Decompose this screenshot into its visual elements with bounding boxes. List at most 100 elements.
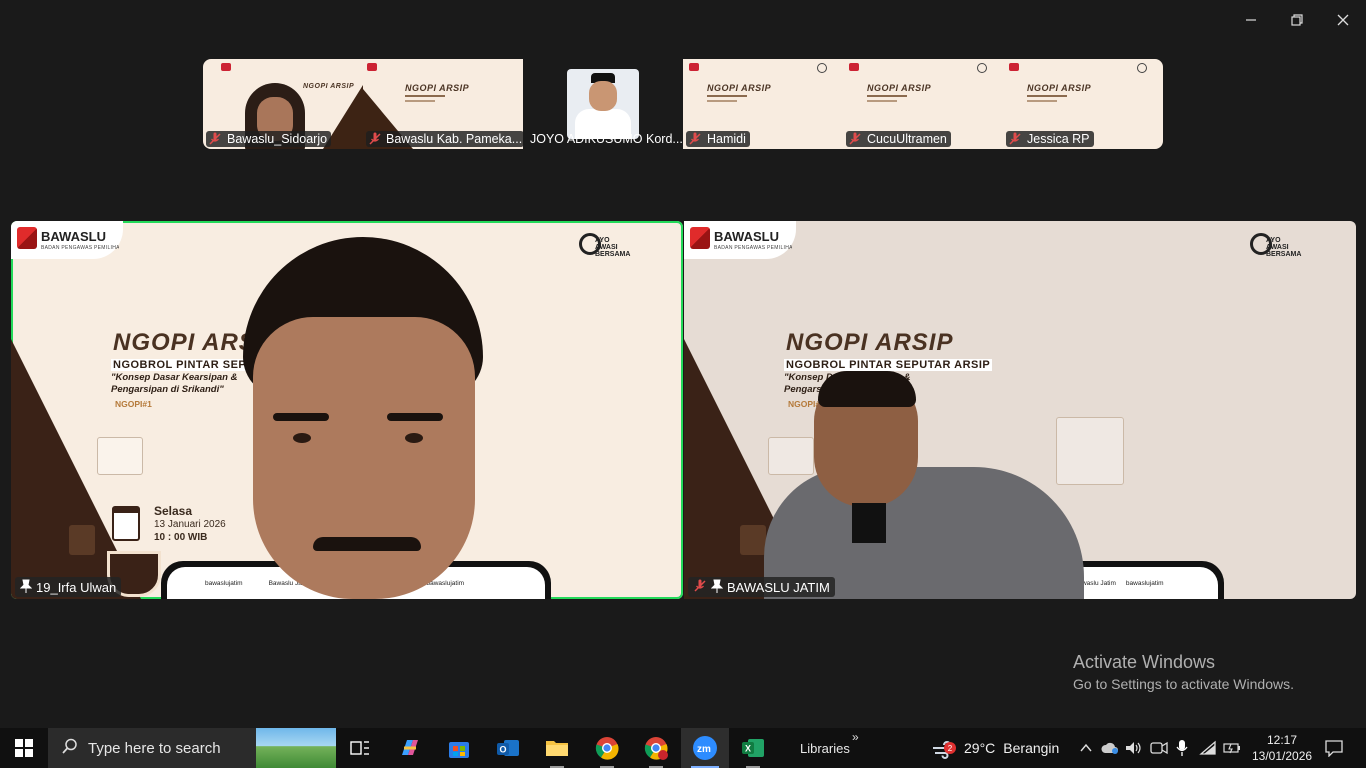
weather-badge: 2 <box>944 742 956 754</box>
zoom-button[interactable]: zm <box>681 728 729 768</box>
participant-name: JOYO ADIKUSUMO Kord... <box>530 132 683 146</box>
bawaslu-logo-icon <box>849 63 859 71</box>
participant-name: BAWASLU JATIM <box>727 579 830 595</box>
active-speaker-tile[interactable]: BAWASLU BADAN PENGAWAS PEMILIHAN UMUM PR… <box>11 221 683 599</box>
search-placeholder: Type here to search <box>88 739 221 757</box>
poster-line <box>707 100 737 102</box>
poster-line <box>1027 95 1067 97</box>
system-clock[interactable]: 12:17 13/01/2026 <box>1252 732 1312 764</box>
activate-title: Activate Windows <box>1073 652 1216 672</box>
gallery-tile[interactable]: NGOPI ARSIP CucuUltramen <box>843 59 1003 149</box>
participant-nametag: Hamidi <box>686 131 750 147</box>
muted-mic-icon <box>1008 132 1023 146</box>
task-view-button[interactable] <box>336 728 384 768</box>
participant-name: Bawaslu Kab. Pameka... <box>386 132 523 146</box>
weather-description: Berangin <box>1003 740 1060 756</box>
taskbar-search[interactable]: Type here to search <box>48 728 336 768</box>
participant-name: Jessica RP <box>1027 132 1090 146</box>
folder-illustration <box>97 437 143 475</box>
close-button[interactable] <box>1330 8 1356 32</box>
svg-text:O: O <box>500 745 507 755</box>
gallery-tile[interactable]: NGOPI ARSIP Bawaslu Kab. Pameka... <box>363 59 523 149</box>
poster-time: 10 : 00 WIB <box>154 532 208 543</box>
gallery-tile[interactable]: NGOPI ARSIP Bawaslu_Sidoarjo <box>203 59 363 149</box>
file-explorer-button[interactable] <box>533 728 581 768</box>
notification-center-button[interactable] <box>1322 728 1346 768</box>
participant-nametag: JOYO ADIKUSUMO Kord... <box>527 131 683 147</box>
gallery-tile[interactable]: NGOPI ARSIP Hamidi <box>683 59 843 149</box>
search-icon <box>62 738 78 758</box>
start-button[interactable] <box>0 728 48 768</box>
participant-name: Bawaslu_Sidoarjo <box>227 132 328 146</box>
ayo-awasi-logo: AYO AWASI BERSAMA <box>1248 231 1301 267</box>
restore-icon <box>1291 14 1303 26</box>
coffee-grinder-illustration <box>740 525 766 555</box>
microphone-icon <box>1176 740 1188 756</box>
minimize-button[interactable] <box>1238 8 1264 32</box>
poster-title: NGOPI ARSIP <box>707 83 772 93</box>
pin-icon <box>710 579 724 596</box>
weather-widget[interactable]: 2 29°C Berangin <box>930 728 1059 768</box>
gallery-tile[interactable]: JOYO ADIKUSUMO Kord... <box>523 59 683 149</box>
onedrive-cloud-icon <box>1101 742 1118 754</box>
participant-nametag: Bawaslu Kab. Pameka... <box>366 131 523 147</box>
chrome-profile-button[interactable] <box>632 728 680 768</box>
ayo-awasi-text: AYO AWASI BERSAMA <box>595 237 631 258</box>
notification-icon <box>1325 740 1343 757</box>
microphone-button[interactable] <box>1170 728 1194 768</box>
participant-name: 19_Irfa Ulwan <box>36 579 117 595</box>
show-hidden-icons-button[interactable] <box>1074 728 1098 768</box>
bawaslu-logo-icon <box>221 63 231 71</box>
muted-mic-icon <box>688 132 703 146</box>
chevron-up-icon <box>1080 743 1092 752</box>
battery-plug-icon <box>1223 743 1240 754</box>
weather-wind-icon: 2 <box>930 736 956 760</box>
chrome-button[interactable] <box>583 728 631 768</box>
pin-icon <box>19 579 33 596</box>
bawaslu-logo-subtext: BADAN PENGAWAS PEMILIHAN UMUM PROVINSI J… <box>41 245 119 251</box>
gallery-tile[interactable]: NGOPI ARSIP Jessica RP <box>1003 59 1163 149</box>
onedrive-button[interactable] <box>1098 728 1122 768</box>
participant-profile-photo <box>567 69 639 139</box>
network-button[interactable] <box>1196 728 1220 768</box>
toolbar-overflow-chevron[interactable]: » <box>852 730 859 744</box>
minimize-icon <box>1246 19 1256 21</box>
outlook-button[interactable]: O <box>484 728 532 768</box>
libraries-toolbar[interactable]: Libraries <box>800 728 850 768</box>
camera-icon <box>1150 741 1168 755</box>
weather-temperature: 29°C <box>964 740 996 756</box>
volume-button[interactable] <box>1122 728 1146 768</box>
copilot-button[interactable] <box>386 728 434 768</box>
bawaslu-logo-icon <box>689 63 699 71</box>
poster-line <box>867 100 897 102</box>
poster-line <box>867 95 907 97</box>
ayo-awasi-logo: AYO AWASI BERSAMA <box>577 231 630 267</box>
wifi-icon <box>1199 740 1216 755</box>
close-icon <box>1337 14 1349 26</box>
restore-button[interactable] <box>1284 8 1310 32</box>
windows-icon <box>15 739 33 757</box>
participant-video <box>233 237 495 599</box>
microsoft-store-button[interactable] <box>435 728 483 768</box>
muted-mic-icon <box>848 132 863 146</box>
libraries-label: Libraries <box>800 740 850 756</box>
chrome-profile-icon <box>644 737 668 760</box>
poster-line <box>1027 100 1057 102</box>
meet-now-button[interactable] <box>1147 728 1171 768</box>
participant-tile[interactable]: BAWASLU BADAN PENGAWAS PEMILIHAN UMUM PR… <box>684 221 1356 599</box>
excel-button[interactable]: X <box>729 728 777 768</box>
muted-mic-icon <box>208 132 223 146</box>
bawaslu-cube-icon <box>17 227 37 249</box>
folder-icon <box>546 741 568 756</box>
poster-date: 13 Januari 2026 <box>154 519 226 530</box>
bawaslu-logo: BAWASLU BADAN PENGAWAS PEMILIHAN UMUM PR… <box>684 221 796 259</box>
muted-mic-icon <box>368 132 382 146</box>
tiktok-handle: bawaslujatim <box>1125 579 1164 587</box>
bawaslu-logo-subtext: BADAN PENGAWAS PEMILIHAN UMUM PROVINSI J… <box>714 245 792 251</box>
bawaslu-logo-text: BAWASLU <box>714 229 779 244</box>
battery-button[interactable] <box>1220 728 1244 768</box>
svg-text:zm: zm <box>697 744 711 755</box>
muted-mic-icon <box>693 579 707 596</box>
active-speaker-nametag: 19_Irfa Ulwan <box>15 577 122 597</box>
ayo-awasi-icon <box>1137 63 1147 73</box>
